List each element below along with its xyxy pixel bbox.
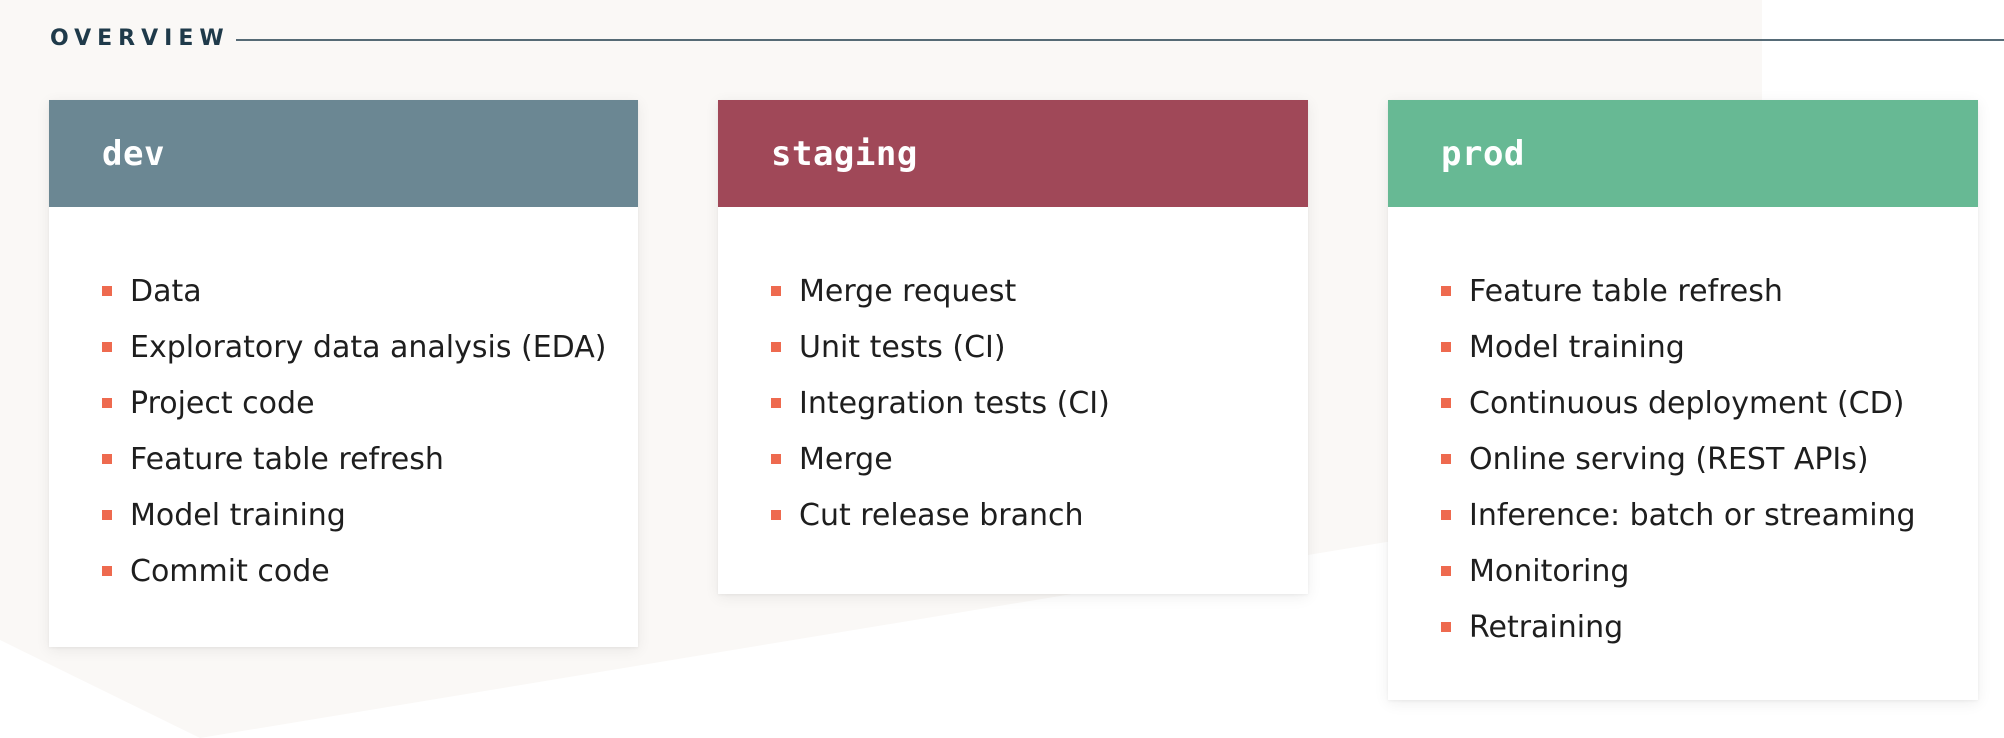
list-item: Feature table refresh [1441,263,1978,319]
list-item: Model training [102,487,638,543]
dev-item-list: Data Exploratory data analysis (EDA) Pro… [49,207,638,599]
list-item-label: Merge request [799,273,1017,309]
list-item-label: Unit tests (CI) [799,329,1006,365]
list-item-label: Retraining [1469,609,1624,645]
list-item-label: Inference: batch or streaming [1469,497,1916,533]
list-item: Retraining [1441,599,1978,655]
list-item: Model training [1441,319,1978,375]
list-item-label: Cut release branch [799,497,1084,533]
list-item: Cut release branch [771,487,1308,543]
bullet-square-icon [102,342,112,352]
bullet-square-icon [771,454,781,464]
list-item: Monitoring [1441,543,1978,599]
list-item-label: Model training [1469,329,1685,365]
bullet-square-icon [771,286,781,296]
bullet-square-icon [1441,454,1451,464]
staging-card-title: staging [771,133,918,174]
prod-card: prod Feature table refresh Model trainin… [1388,100,1978,700]
list-item-label: Continuous deployment (CD) [1469,385,1905,421]
prod-card-header: prod [1388,100,1978,207]
list-item-label: Integration tests (CI) [799,385,1110,421]
bullet-square-icon [1441,566,1451,576]
list-item-label: Commit code [130,553,330,589]
overview-header: OVERVIEW [50,22,2004,56]
staging-card: staging Merge request Unit tests (CI) In… [718,100,1308,594]
bullet-square-icon [1441,286,1451,296]
list-item-label: Model training [130,497,346,533]
list-item: Inference: batch or streaming [1441,487,1978,543]
staging-item-list: Merge request Unit tests (CI) Integratio… [718,207,1308,543]
overview-label: OVERVIEW [50,26,230,51]
list-item: Continuous deployment (CD) [1441,375,1978,431]
list-item: Commit code [102,543,638,599]
prod-card-title: prod [1441,133,1525,174]
bullet-square-icon [771,398,781,408]
bullet-square-icon [771,342,781,352]
list-item: Unit tests (CI) [771,319,1308,375]
dev-card-header: dev [49,100,638,207]
list-item-label: Monitoring [1469,553,1630,589]
arrow-right-icon [236,39,2004,41]
bullet-square-icon [1441,398,1451,408]
staging-card-header: staging [718,100,1308,207]
list-item: Online serving (REST APIs) [1441,431,1978,487]
list-item-label: Project code [130,385,315,421]
list-item-label: Exploratory data analysis (EDA) [130,329,607,365]
dev-card: dev Data Exploratory data analysis (EDA)… [49,100,638,647]
bullet-square-icon [1441,342,1451,352]
bullet-square-icon [771,510,781,520]
dev-card-title: dev [102,133,165,174]
list-item-label: Online serving (REST APIs) [1469,441,1869,477]
bullet-square-icon [102,566,112,576]
bullet-square-icon [102,398,112,408]
bullet-square-icon [102,510,112,520]
list-item: Feature table refresh [102,431,638,487]
list-item: Merge [771,431,1308,487]
prod-item-list: Feature table refresh Model training Con… [1388,207,1978,655]
list-item: Merge request [771,263,1308,319]
bullet-square-icon [102,286,112,296]
bullet-square-icon [1441,622,1451,632]
list-item: Project code [102,375,638,431]
list-item: Exploratory data analysis (EDA) [102,319,638,375]
list-item-label: Feature table refresh [130,441,444,477]
list-item: Data [102,263,638,319]
list-item-label: Feature table refresh [1469,273,1783,309]
bullet-square-icon [1441,510,1451,520]
bullet-square-icon [102,454,112,464]
list-item-label: Data [130,273,202,309]
list-item: Integration tests (CI) [771,375,1308,431]
list-item-label: Merge [799,441,893,477]
